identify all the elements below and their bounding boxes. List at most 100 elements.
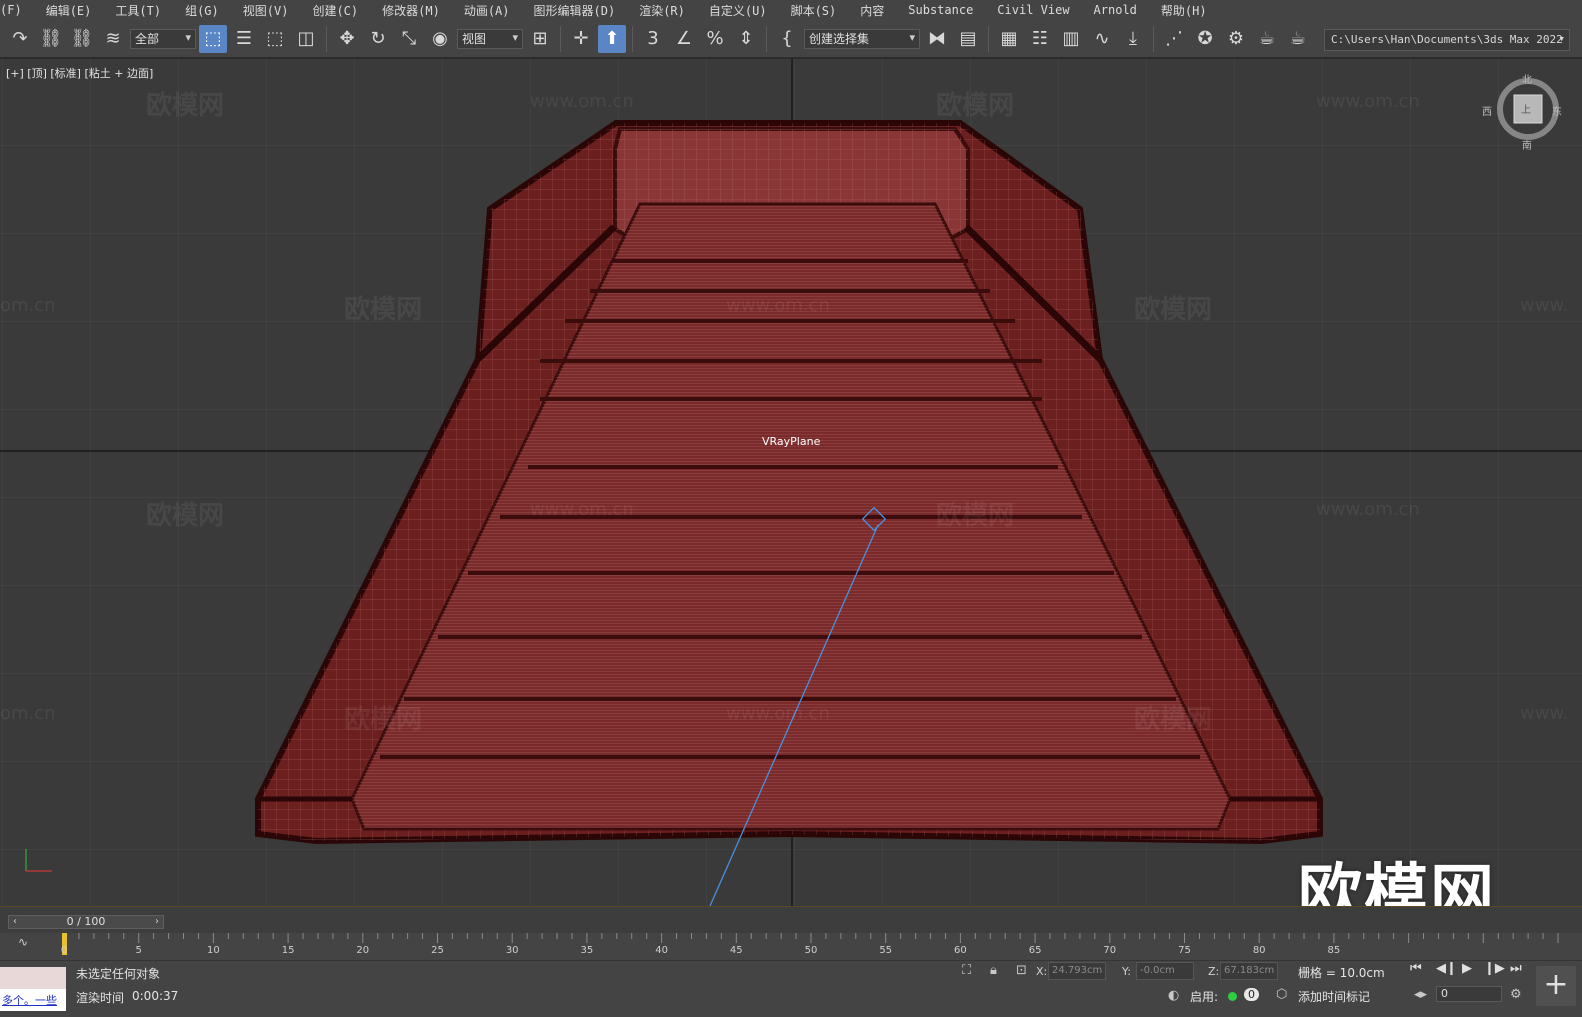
viewcube-north[interactable]: 北 bbox=[1522, 71, 1532, 86]
project-path-dropdown[interactable]: C:\Users\Han\Documents\3ds Max 2022 bbox=[1324, 29, 1570, 51]
menu-item[interactable]: 脚本(S) bbox=[779, 2, 849, 19]
unlink-icon[interactable]: ⛓ bbox=[68, 25, 96, 53]
menu-item[interactable]: 渲染(R) bbox=[627, 2, 697, 19]
track-tick-label: 65 bbox=[1028, 945, 1042, 956]
viewport-label[interactable]: [+] [顶] [标准] [粘土 + 边面] bbox=[6, 65, 153, 81]
time-config-icon[interactable]: ⚙ bbox=[1510, 987, 1522, 1002]
scene-explorer-icon[interactable]: ▦ bbox=[995, 25, 1023, 53]
named-selection-dropdown[interactable]: 创建选择集 bbox=[804, 28, 920, 49]
mirror-icon[interactable]: ⧓ bbox=[923, 25, 951, 53]
rect-selection-icon[interactable]: ⬚ bbox=[261, 25, 289, 53]
menu-item[interactable]: 组(G) bbox=[173, 2, 231, 19]
menu-item[interactable]: 帮助(H) bbox=[1149, 2, 1219, 19]
selection-status: 未选定任何对象 bbox=[76, 967, 161, 981]
viewcube-south[interactable]: 南 bbox=[1522, 137, 1532, 152]
watermark: 欧模网 bbox=[1134, 705, 1213, 735]
previous-frame-icon[interactable]: ◀❙ bbox=[1436, 961, 1457, 976]
maxscript-listener[interactable]: 多个。一些 bbox=[0, 967, 66, 1011]
redo-icon[interactable]: ↷ bbox=[6, 25, 34, 53]
go-to-end-icon[interactable]: ⏭ bbox=[1510, 961, 1522, 976]
render-frame-icon[interactable]: ☕ bbox=[1253, 25, 1281, 53]
viewport-canvas bbox=[0, 59, 1582, 906]
menu-item[interactable]: (F) bbox=[0, 3, 34, 17]
top-viewport[interactable]: [+] [顶] [标准] [粘土 + 边面] 欧模网 www.om.cn 欧模网… bbox=[0, 59, 1582, 906]
viewport-navigation-plus-icon[interactable]: + bbox=[1536, 966, 1576, 1006]
isolate-selection-icon[interactable]: ⛶ bbox=[962, 963, 971, 978]
adaptive-degradation-icon[interactable]: ◐ bbox=[1168, 988, 1179, 1003]
menu-item[interactable]: 创建(C) bbox=[300, 2, 370, 19]
angle-snap-icon[interactable]: ∠ bbox=[670, 25, 698, 53]
absolute-mode-icon[interactable]: ⊡ bbox=[1016, 963, 1027, 978]
menu-item[interactable]: 动画(A) bbox=[452, 2, 522, 19]
toolbar-separator bbox=[326, 25, 327, 52]
selection-lock-icon[interactable]: 🔒︎ bbox=[990, 963, 997, 978]
menu-item[interactable]: 内容 bbox=[848, 2, 896, 19]
add-time-tag[interactable]: 添加时间标记 bbox=[1298, 988, 1370, 1005]
menu-item[interactable]: 自定义(U) bbox=[697, 2, 779, 19]
scale-icon[interactable]: ⤡ bbox=[395, 25, 423, 53]
move-icon[interactable]: ✥ bbox=[333, 25, 361, 53]
edit-named-sets-icon[interactable]: { bbox=[773, 25, 801, 53]
material-editor-icon[interactable]: ✪ bbox=[1191, 25, 1219, 53]
next-frame-icon[interactable]: ❙▶ bbox=[1484, 961, 1505, 976]
go-to-start-icon[interactable]: ⏮ bbox=[1410, 961, 1422, 976]
menu-item[interactable]: 工具(T) bbox=[103, 2, 173, 19]
bind-space-warp-icon[interactable]: ≋ bbox=[99, 25, 127, 53]
render-setup-icon[interactable]: ⚙ bbox=[1222, 25, 1250, 53]
render-icon[interactable]: ☕ bbox=[1284, 25, 1312, 53]
time-slider[interactable]: ‹ 0 / 100 › bbox=[8, 915, 164, 929]
ribbon-icon[interactable]: ▥ bbox=[1057, 25, 1085, 53]
track-tick-label: 75 bbox=[1178, 945, 1191, 956]
watermark: 欧模网 bbox=[146, 501, 225, 531]
menu-item[interactable]: 编辑(E) bbox=[34, 2, 104, 19]
toolbar-separator bbox=[632, 25, 633, 52]
x-coord-field[interactable]: 24.793cm bbox=[1048, 962, 1106, 980]
track-bar[interactable]: ∿ 0 5 10 15 20 25 30 35 40 45 50 55 60 65 70 75 80 85 bbox=[0, 933, 1582, 961]
watermark: 欧模网 bbox=[146, 91, 225, 121]
snaps-toggle-icon[interactable]: 3 bbox=[639, 25, 667, 53]
viewcube-east[interactable]: 东 bbox=[1552, 103, 1562, 118]
align-icon[interactable]: ▤ bbox=[954, 25, 982, 53]
percent-snap-icon[interactable]: % bbox=[701, 25, 729, 53]
time-tag-icon[interactable]: ⬡ bbox=[1276, 987, 1287, 1002]
menu-item[interactable]: Substance bbox=[896, 3, 985, 17]
placement-icon[interactable]: ◉ bbox=[426, 25, 454, 53]
viewcube[interactable]: 上 北 西 东 南 bbox=[1482, 75, 1562, 152]
window-crossing-icon[interactable]: ◫ bbox=[292, 25, 320, 53]
viewcube-west[interactable]: 西 bbox=[1482, 103, 1492, 118]
maxscript-output[interactable]: 多个。一些 bbox=[0, 989, 66, 1011]
menu-item[interactable]: 视图(V) bbox=[231, 2, 301, 19]
selection-filter-dropdown[interactable]: 全部 bbox=[130, 28, 196, 49]
dope-sheet-icon[interactable]: ⤓ bbox=[1119, 25, 1147, 53]
link-icon[interactable]: ⛓ bbox=[37, 25, 65, 53]
y-coord-field[interactable]: -0.0cm bbox=[1136, 962, 1194, 980]
menu-item[interactable]: Civil View bbox=[985, 3, 1081, 17]
spinner-snap-icon[interactable]: ⇕ bbox=[732, 25, 760, 53]
z-coord-label: Z: bbox=[1208, 965, 1220, 978]
time-slider-next-icon[interactable]: › bbox=[155, 916, 159, 928]
rotate-icon[interactable]: ↻ bbox=[364, 25, 392, 53]
menu-item[interactable]: Arnold bbox=[1082, 3, 1149, 17]
reference-coordinate-dropdown[interactable]: 视图 bbox=[457, 28, 523, 49]
enable-count-badge[interactable]: 0 bbox=[1244, 988, 1259, 1001]
current-frame-field[interactable]: 0 bbox=[1436, 986, 1502, 1002]
select-object-icon[interactable]: ⬚ bbox=[199, 24, 227, 53]
layer-explorer-icon[interactable]: ☷ bbox=[1026, 25, 1054, 53]
time-slider-prev-icon[interactable]: ‹ bbox=[13, 916, 17, 928]
key-mode-icon[interactable]: ◂▸ bbox=[1414, 987, 1427, 1002]
menu-bar: (F) 编辑(E) 工具(T) 组(G) 视图(V) 创建(C) 修改器(M) 动画(A) 图形… bbox=[0, 0, 1582, 20]
z-coord-field[interactable]: 67.183cm bbox=[1220, 962, 1278, 980]
enable-label: 启用: bbox=[1190, 990, 1219, 1004]
curve-editor-icon[interactable]: ∿ bbox=[1088, 25, 1116, 53]
play-icon[interactable]: ▶ bbox=[1462, 961, 1472, 976]
select-by-name-icon[interactable]: ☰ bbox=[230, 25, 258, 53]
menu-item[interactable]: 修改器(M) bbox=[370, 2, 452, 19]
track-tick-label: 5 bbox=[135, 945, 142, 956]
menu-item[interactable]: 图形编辑器(D) bbox=[522, 2, 628, 19]
maxscript-input[interactable] bbox=[0, 967, 66, 989]
mirror-snap-icon[interactable]: ✛ bbox=[567, 25, 595, 53]
schematic-icon[interactable]: ⋰ bbox=[1160, 25, 1188, 53]
viewcube-top-face[interactable]: 上 bbox=[1521, 101, 1531, 116]
keyboard-shortcut-override-icon[interactable]: ⬆ bbox=[598, 24, 626, 53]
pivot-icon[interactable]: ⊞ bbox=[526, 25, 554, 53]
